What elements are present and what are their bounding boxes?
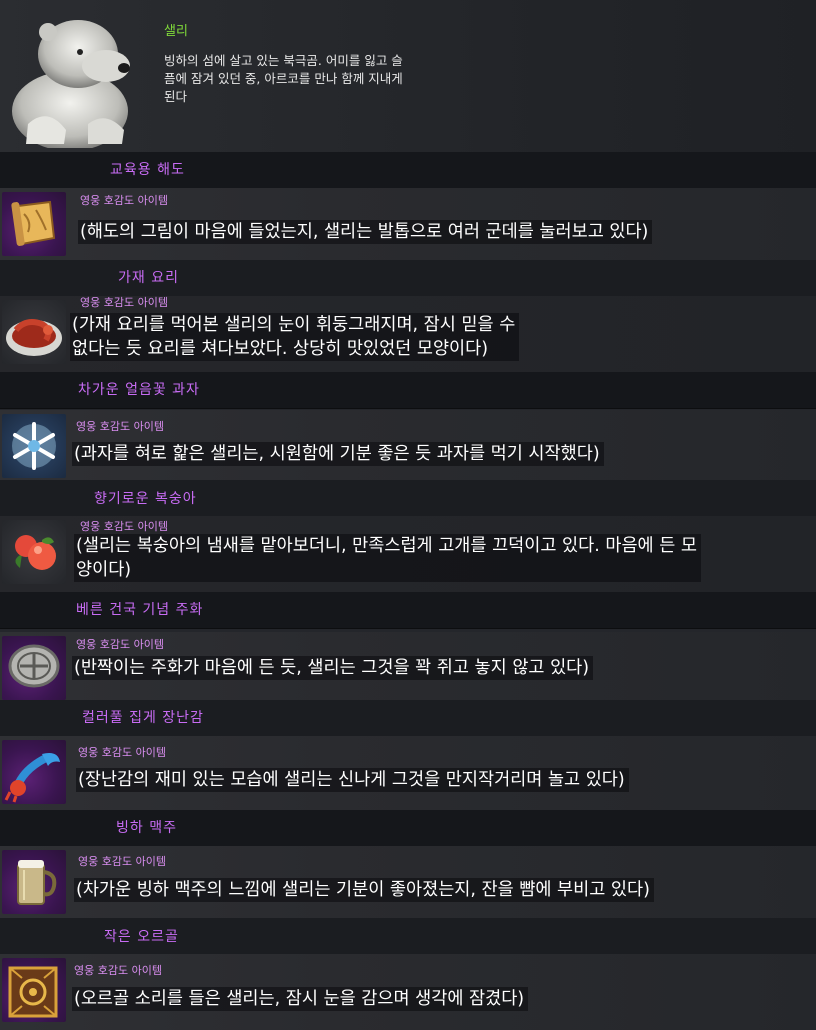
reaction-line: (가재 요리를 먹어본 샐리의 눈이 휘둥그래지며, 잠시 믿을 수 xyxy=(72,315,516,335)
item-grade-label: 영웅 호감도 아이템 xyxy=(80,296,168,309)
npc-description-line: 픔에 잠겨 있던 중, 아르코를 만나 함께 지내게 xyxy=(164,71,403,86)
item-title: 교육용 해도 xyxy=(110,162,185,178)
gift-item-row[interactable]: 베른 건국 기념 주화 영웅 호감도 아이템 (반짝이는 주화가 마음에 든 듯… xyxy=(0,592,816,708)
peach-icon xyxy=(2,520,66,584)
gift-item-row[interactable]: 교육용 해도 영웅 호감도 아이템 (해도의 그림이 마음에 들었는지, 샐리는… xyxy=(0,152,816,264)
item-body: 영웅 호감도 아이템 (샐리는 복숭아의 냄새를 맡아보더니, 만족스럽게 고개… xyxy=(0,516,816,592)
item-reaction-text: (오르골 소리를 들은 샐리는, 잠시 눈을 감으며 생각에 잠겼다) xyxy=(72,987,529,1011)
polar-bear-portrait-icon xyxy=(12,20,130,148)
item-body: 영웅 호감도 아이템 (차가운 빙하 맥주의 느낌에 샐리는 기분이 좋아졌는지… xyxy=(0,846,816,922)
coin-icon xyxy=(2,636,66,700)
item-reaction-text: (차가운 빙하 맥주의 느낌에 샐리는 기분이 좋아졌는지, 잔을 뺨에 부비고… xyxy=(74,878,654,902)
item-grade-label: 영웅 호감도 아이템 xyxy=(76,420,164,433)
item-title: 컬러풀 집게 장난감 xyxy=(82,710,204,726)
item-grade-label: 영웅 호감도 아이템 xyxy=(76,638,164,651)
item-title: 베른 건국 기념 주화 xyxy=(76,602,204,618)
item-reaction-text: (장난감의 재미 있는 모습에 샐리는 신나게 그것을 만지작거리며 놀고 있다… xyxy=(76,768,629,792)
item-reaction-text: (해도의 그림이 마음에 들었는지, 샐리는 발톱으로 여러 군데를 눌러보고 … xyxy=(78,220,653,244)
item-body: 영웅 호감도 아이템 (과자를 혀로 핥은 샐리는, 시원함에 기분 좋은 듯 … xyxy=(0,410,816,486)
item-title-bar: 컬러풀 집게 장난감 xyxy=(0,700,816,737)
reaction-line: (과자를 혀로 핥은 샐리는, 시원함에 기분 좋은 듯 과자를 먹기 시작했다… xyxy=(74,444,600,464)
gift-item-row[interactable]: 컬러풀 집게 장난감 영웅 호감도 아이템 (장난감의 재미 있는 모습에 샐리… xyxy=(0,700,816,812)
item-reaction-text: (샐리는 복숭아의 냄새를 맡아보더니, 만족스럽게 고개를 끄덕이고 있다. … xyxy=(74,534,701,582)
item-title: 차가운 얼음꽃 과자 xyxy=(78,382,200,398)
item-grade-label: 영웅 호감도 아이템 xyxy=(78,855,166,868)
item-title: 향기로운 복숭아 xyxy=(94,491,197,507)
npc-description-line: 빙하의 섬에 살고 있는 북극곰. 어미를 잃고 슬 xyxy=(164,53,403,68)
claw-toy-icon xyxy=(2,740,66,804)
gift-item-row[interactable]: 향기로운 복숭아 영웅 호감도 아이템 (샐리는 복숭아의 냄새를 맡아보더니,… xyxy=(0,480,816,592)
npc-description: 빙하의 섬에 살고 있는 북극곰. 어미를 잃고 슬 픔에 잠겨 있던 중, 아… xyxy=(164,52,454,106)
item-body: 영웅 호감도 아이템 (반짝이는 주화가 마음에 든 듯, 샐리는 그것을 꽉 … xyxy=(0,632,816,708)
item-reaction-text: (과자를 혀로 핥은 샐리는, 시원함에 기분 좋은 듯 과자를 먹기 시작했다… xyxy=(72,442,604,466)
npc-description-line: 된다 xyxy=(164,89,188,104)
npc-header: 샐리 빙하의 섬에 살고 있는 북극곰. 어미를 잃고 슬 픔에 잠겨 있던 중… xyxy=(0,0,816,152)
item-title-bar: 빙하 맥주 xyxy=(0,810,816,847)
music-box-icon xyxy=(2,958,66,1022)
item-title-bar: 교육용 해도 xyxy=(0,152,816,189)
reaction-line: 없다는 듯 요리를 쳐다보았다. 상당히 맛있었던 모양이다) xyxy=(72,339,489,359)
reaction-line: (오르골 소리를 들은 샐리는, 잠시 눈을 감으며 생각에 잠겼다) xyxy=(74,989,525,1009)
snowflake-cookie-icon xyxy=(2,414,66,478)
item-title: 가재 요리 xyxy=(118,270,179,286)
reaction-line: 양이다) xyxy=(76,560,132,580)
item-title: 빙하 맥주 xyxy=(116,820,177,836)
item-grade-label: 영웅 호감도 아이템 xyxy=(80,520,168,533)
reaction-line: (차가운 빙하 맥주의 느낌에 샐리는 기분이 좋아졌는지, 잔을 뺨에 부비고… xyxy=(76,880,650,900)
item-grade-label: 영웅 호감도 아이템 xyxy=(74,964,162,977)
item-body: 영웅 호감도 아이템 (장난감의 재미 있는 모습에 샐리는 신나게 그것을 만… xyxy=(0,736,816,812)
item-title-bar: 향기로운 복숭아 xyxy=(0,480,816,517)
item-title-bar: 가재 요리 xyxy=(0,260,816,297)
gift-item-row[interactable]: 빙하 맥주 영웅 호감도 아이템 (차가운 빙하 맥주의 느낌에 샐리는 기분이… xyxy=(0,810,816,922)
gift-item-row[interactable]: 작은 오르골 영웅 호감도 아이템 (오르골 소리를 들은 샐리는, 잠시 눈을… xyxy=(0,918,816,1030)
item-body: 영웅 호감도 아이템 (해도의 그림이 마음에 들었는지, 샐리는 발톱으로 여… xyxy=(0,188,816,264)
crayfish-dish-icon xyxy=(2,300,66,364)
npc-name: 샐리 xyxy=(164,24,188,39)
reaction-line: (반짝이는 주화가 마음에 든 듯, 샐리는 그것을 꽉 쥐고 놓지 않고 있다… xyxy=(74,658,590,678)
gift-item-row[interactable]: 가재 요리 영웅 호감도 아이템 (가재 요리를 먹어본 샐리의 눈이 휘둥그래… xyxy=(0,260,816,372)
item-grade-label: 영웅 호감도 아이템 xyxy=(78,746,166,759)
item-title: 작은 오르골 xyxy=(104,929,179,945)
item-body: 영웅 호감도 아이템 (오르골 소리를 들은 샐리는, 잠시 눈을 감으며 생각… xyxy=(0,954,816,1030)
reaction-line: (해도의 그림이 마음에 들었는지, 샐리는 발톱으로 여러 군데를 눌러보고 … xyxy=(80,222,649,242)
item-reaction-text: (반짝이는 주화가 마음에 든 듯, 샐리는 그것을 꽉 쥐고 놓지 않고 있다… xyxy=(72,656,594,680)
item-reaction-text: (가재 요리를 먹어본 샐리의 눈이 휘둥그래지며, 잠시 믿을 수 없다는 듯… xyxy=(70,313,520,361)
item-grade-label: 영웅 호감도 아이템 xyxy=(80,194,168,207)
map-scroll-icon xyxy=(2,192,66,256)
reaction-line: (장난감의 재미 있는 모습에 샐리는 신나게 그것을 만지작거리며 놀고 있다… xyxy=(78,770,625,790)
item-body: 영웅 호감도 아이템 (가재 요리를 먹어본 샐리의 눈이 휘둥그래지며, 잠시… xyxy=(0,296,816,372)
reaction-line: (샐리는 복숭아의 냄새를 맡아보더니, 만족스럽게 고개를 끄덕이고 있다. … xyxy=(76,536,697,556)
item-title-bar: 작은 오르골 xyxy=(0,918,816,955)
item-title-bar: 차가운 얼음꽃 과자 xyxy=(0,372,816,409)
gift-item-row[interactable]: 차가운 얼음꽃 과자 영웅 호감도 아이템 (과자를 혀로 핥은 샐리는, 시원… xyxy=(0,372,816,486)
item-title-bar: 베른 건국 기념 주화 xyxy=(0,592,816,629)
beer-mug-icon xyxy=(2,850,66,914)
